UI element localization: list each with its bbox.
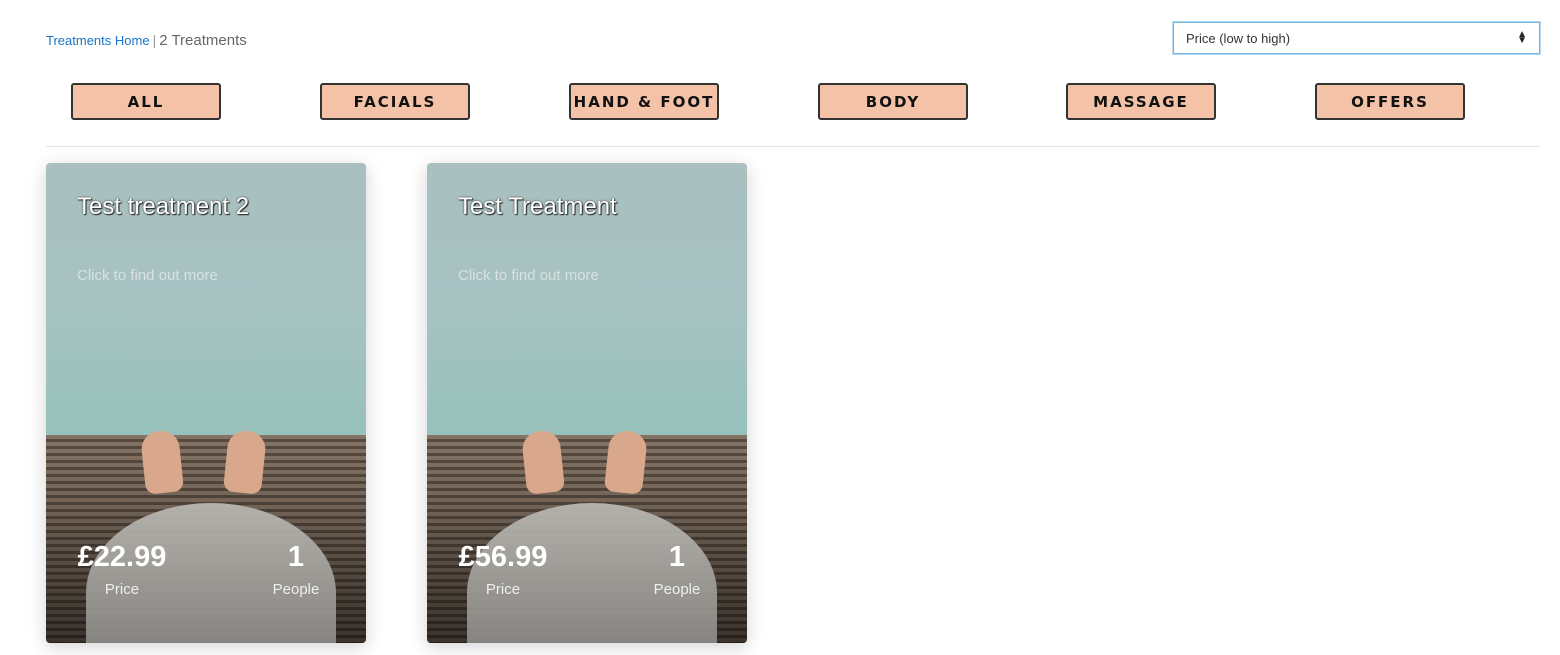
price-stat: £22.99 Price <box>77 539 167 598</box>
category-filters: ALL FACIALS HAND & FOOT BODY MASSAGE OFF… <box>71 83 1465 120</box>
card-cta[interactable]: Click to find out more <box>77 267 218 284</box>
filter-massage-button[interactable]: MASSAGE <box>1066 83 1216 120</box>
breadcrumb: Treatments Home | 2 Treatments <box>46 31 247 50</box>
price-label: Price <box>485 581 521 598</box>
treatment-count: 2 Treatments <box>159 32 247 49</box>
price-value: £56.99 <box>458 541 548 573</box>
sort-select[interactable]: Price (low to high) ▲ ▼ <box>1173 22 1540 54</box>
price-stat: £56.99 Price <box>458 539 548 598</box>
sort-selected-value: Price (low to high) <box>1186 30 1291 46</box>
price-value: £22.99 <box>77 541 167 573</box>
people-label: People <box>653 581 701 598</box>
filter-facials-button[interactable]: FACIALS <box>320 83 470 120</box>
treatment-card[interactable]: Test treatment 2 Click to find out more … <box>46 163 366 643</box>
breadcrumb-home-link[interactable]: Treatments Home <box>46 33 150 48</box>
top-bar: Treatments Home | 2 Treatments Price (low … <box>46 22 1540 54</box>
filter-offers-button[interactable]: OFFERS <box>1315 83 1465 120</box>
people-stat: 1 People <box>652 539 702 598</box>
breadcrumb-separator: | <box>152 32 157 48</box>
price-label: Price <box>104 581 140 598</box>
people-stat: 1 People <box>271 539 321 598</box>
divider <box>46 146 1540 147</box>
filter-body-button[interactable]: BODY <box>818 83 968 120</box>
people-label: People <box>272 581 320 598</box>
card-title: Test treatment 2 <box>77 193 250 220</box>
filter-hand-foot-button[interactable]: HAND & FOOT <box>569 83 719 120</box>
people-value: 1 <box>287 541 305 573</box>
filter-all-button[interactable]: ALL <box>71 83 221 120</box>
card-cta[interactable]: Click to find out more <box>458 267 599 284</box>
people-value: 1 <box>668 541 686 573</box>
select-arrows-icon: ▲ ▼ <box>1517 29 1527 46</box>
treatment-card[interactable]: Test Treatment Click to find out more £5… <box>427 163 747 643</box>
card-title: Test Treatment <box>458 193 617 220</box>
